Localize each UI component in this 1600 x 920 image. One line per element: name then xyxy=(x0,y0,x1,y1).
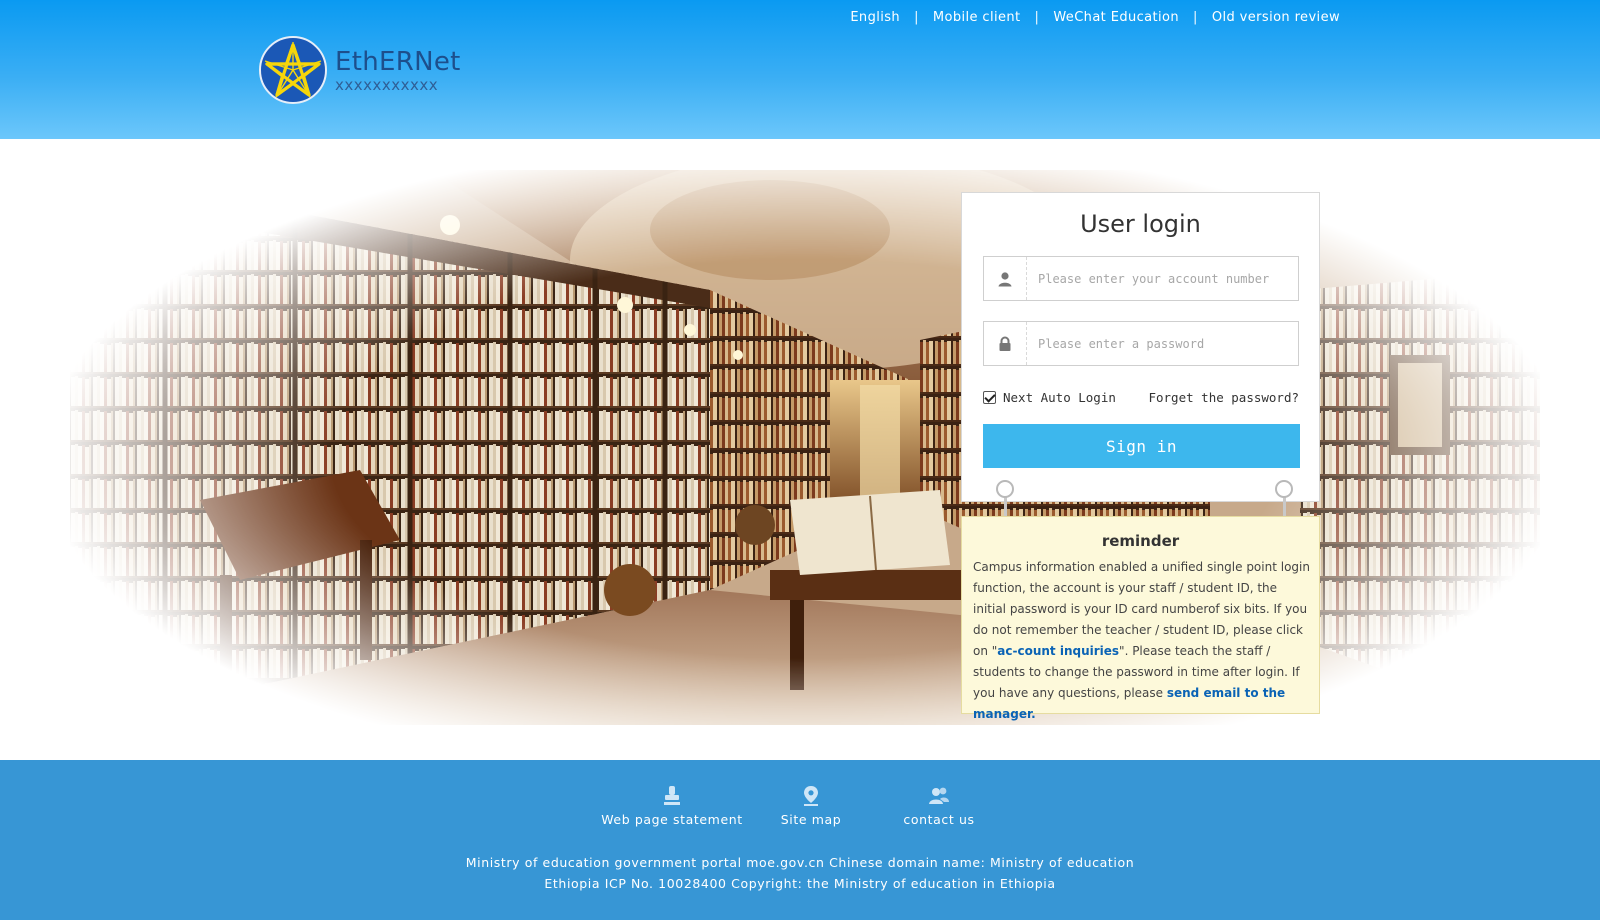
page-footer: Web page statement Site map contact us M… xyxy=(0,760,1600,920)
english-link[interactable]: English xyxy=(850,10,900,25)
footer-nav: Web page statement Site map contact us xyxy=(0,785,1600,827)
logo-title: EthERNet xyxy=(335,47,461,77)
auto-login-label: Next Auto Login xyxy=(1003,390,1116,405)
login-panel: User login Next Auto Login Forget the pa… xyxy=(961,192,1320,502)
footer-link-label: contact us xyxy=(903,812,975,827)
contact-us-link[interactable]: contact us xyxy=(875,785,1003,827)
reminder-title: reminder xyxy=(1101,532,1180,550)
map-pin-icon xyxy=(804,786,818,806)
nav-separator: | xyxy=(914,10,919,25)
sign-in-button[interactable]: Sign in xyxy=(983,424,1300,468)
copyright-notice: Ministry of education government portal … xyxy=(0,852,1600,894)
site-logo[interactable]: EthERNet xxxxxxxxxxx xyxy=(259,36,461,104)
account-inquiries-link[interactable]: ac-count inquiries xyxy=(997,644,1119,658)
site-map-link[interactable]: Site map xyxy=(747,785,875,827)
wechat-education-link[interactable]: WeChat Education xyxy=(1053,10,1179,25)
web-page-statement-link[interactable]: Web page statement xyxy=(597,785,747,827)
old-version-review-link[interactable]: Old version review xyxy=(1212,10,1340,25)
nav-separator: | xyxy=(1193,10,1198,25)
top-nav: English | Mobile client | WeChat Educati… xyxy=(850,10,1340,25)
password-input[interactable] xyxy=(1027,322,1298,365)
footer-link-label: Web page statement xyxy=(601,812,743,827)
star-emblem-icon xyxy=(259,36,327,104)
reminder-text: Campus information enabled a unified sin… xyxy=(973,557,1313,725)
nav-separator: | xyxy=(1034,10,1040,25)
user-icon xyxy=(984,257,1027,300)
login-options: Next Auto Login Forget the password? xyxy=(983,390,1299,405)
login-title: User login xyxy=(1080,210,1201,238)
forget-password-link[interactable]: Forget the password? xyxy=(1148,390,1299,405)
auto-login-checkbox[interactable] xyxy=(983,391,996,404)
password-field[interactable] xyxy=(983,321,1299,366)
footer-link-label: Site map xyxy=(780,812,842,827)
copyright-line: Ethiopia ICP No. 10028400 Copyright: the… xyxy=(544,876,1056,891)
auto-login-toggle[interactable]: Next Auto Login xyxy=(983,390,1116,405)
page-header: English | Mobile client | WeChat Educati… xyxy=(0,0,1600,139)
copyright-line: Ministry of education government portal … xyxy=(465,855,1135,870)
logo-subtitle: xxxxxxxxxxx xyxy=(335,76,439,94)
mobile-client-link[interactable]: Mobile client xyxy=(933,10,1021,25)
contacts-icon xyxy=(929,787,949,804)
reminder-panel: reminder Campus information enabled a un… xyxy=(961,516,1320,721)
account-field[interactable] xyxy=(983,256,1299,301)
lock-icon xyxy=(984,322,1027,365)
stamp-icon xyxy=(664,786,680,805)
account-input[interactable] xyxy=(1027,257,1298,300)
